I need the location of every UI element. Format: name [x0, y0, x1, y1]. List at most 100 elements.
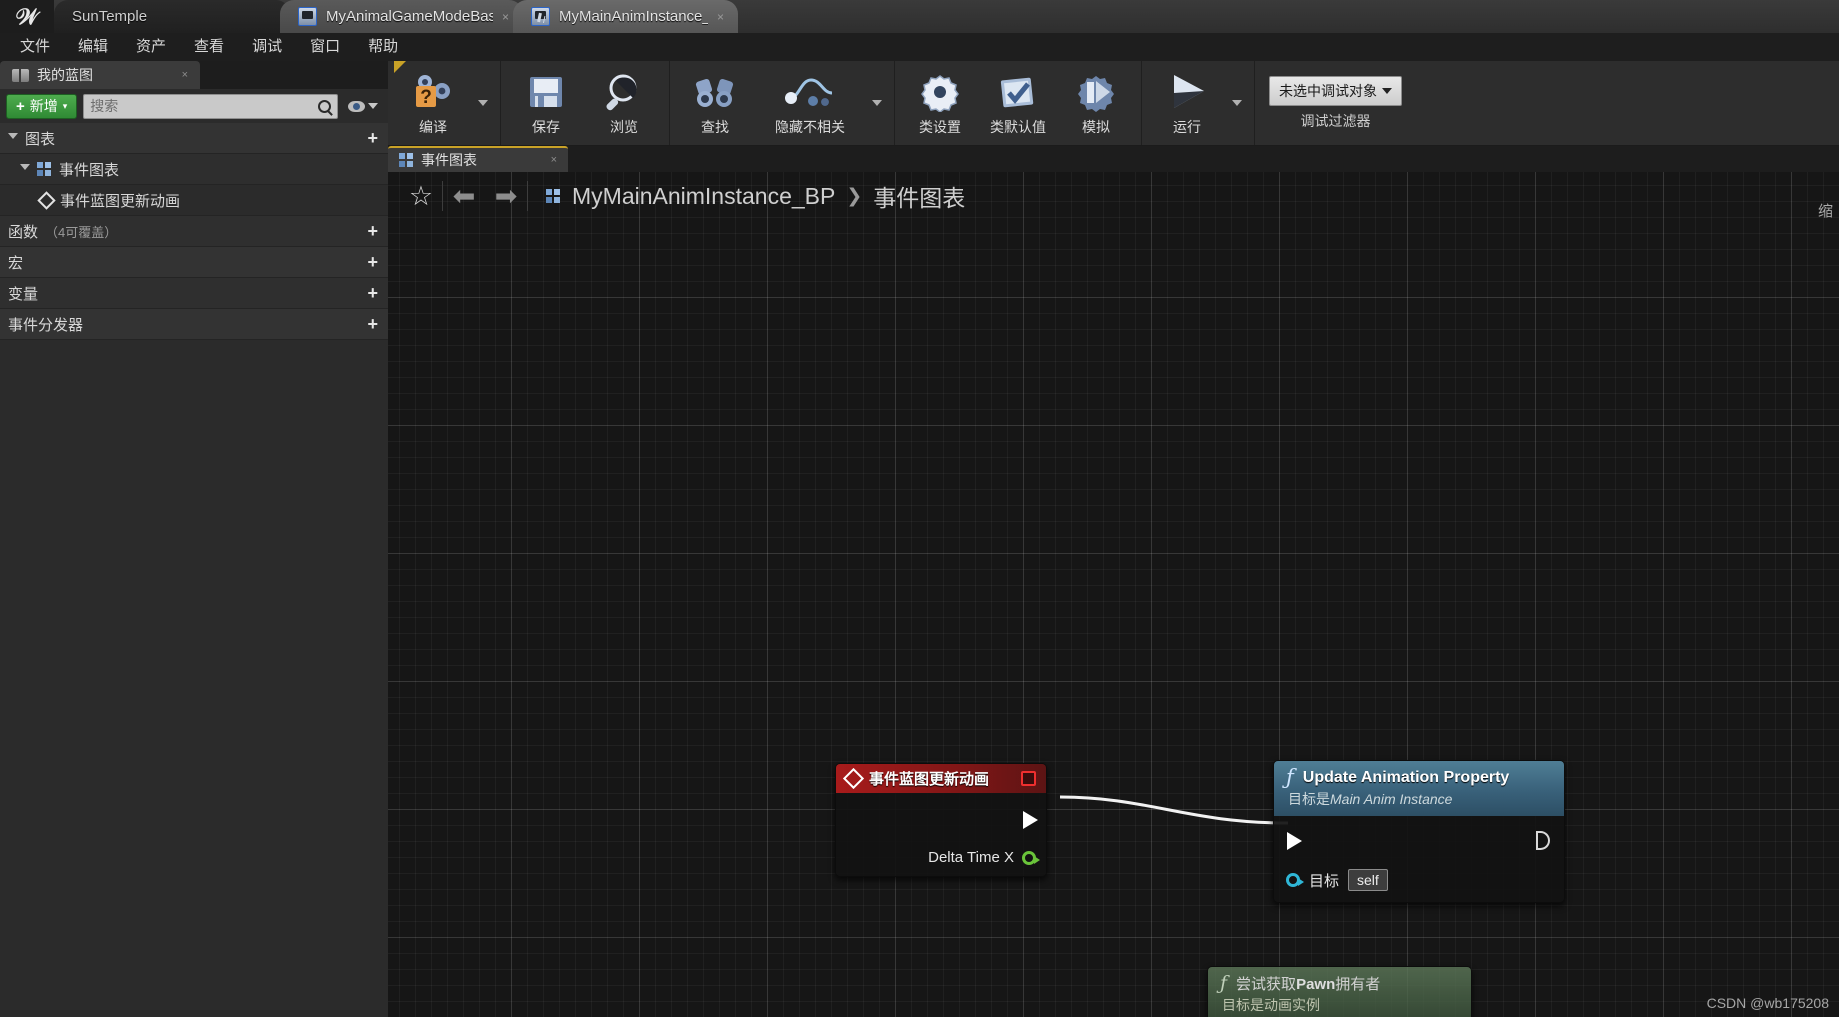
play-dropdown-button[interactable]	[1226, 61, 1248, 145]
tree-section-macros[interactable]: 宏 +	[0, 247, 388, 278]
node-try-get-pawn-owner[interactable]: ƒ 尝试获取Pawn拥有者 目标是动画实例 目标 self Return Val…	[1207, 966, 1472, 1017]
favorite-star-button[interactable]: ☆	[400, 172, 442, 220]
expander-icon[interactable]	[20, 163, 30, 175]
exec-pin-in-icon[interactable]	[1287, 832, 1302, 850]
toolbar-group-search: 查找 隐藏不相关	[670, 61, 895, 145]
forward-button[interactable]: ➡	[485, 172, 527, 220]
breadcrumb-blueprint-name[interactable]: MyMainAnimInstance_BP	[572, 183, 835, 210]
add-new-button[interactable]: + 新增 ▾	[6, 93, 78, 119]
window-tab-gamemode[interactable]: MyAnimalGameModeBas ×	[280, 0, 523, 33]
node-update-animation-property[interactable]: ƒ Update Animation Property 目标是Main Anim…	[1273, 760, 1565, 903]
close-icon[interactable]: ×	[717, 10, 724, 24]
hide-unrelated-button[interactable]: 隐藏不相关	[754, 61, 866, 145]
close-icon[interactable]: ×	[551, 154, 557, 166]
close-icon[interactable]: ×	[502, 10, 509, 24]
tree-section-event-dispatchers[interactable]: 事件分发器 +	[0, 309, 388, 340]
pin-target[interactable]: 目标 self	[1286, 869, 1388, 891]
back-button[interactable]: ⬅	[443, 172, 485, 220]
class-settings-gear-icon	[919, 71, 961, 113]
class-defaults-label: 类默认值	[990, 119, 1046, 135]
add-event-dispatcher-button[interactable]: +	[367, 315, 378, 333]
node-header: ƒ 尝试获取Pawn拥有者 目标是动画实例	[1208, 967, 1471, 1017]
chevron-down-icon	[1382, 87, 1392, 94]
pin-label: Delta Time X	[928, 849, 1014, 866]
blueprint-toolbar: ? 编译 保存 浏览 查找 隐藏不相关 类设置 类默认值 模拟 运行 未选中调试…	[388, 61, 1839, 146]
breadcrumb-path: MyMainAnimInstance_BP ❯ 事件图表	[528, 179, 965, 213]
node-body: 目标 self	[1274, 816, 1564, 902]
debug-filter-label: 调试过滤器	[1300, 112, 1371, 129]
debug-object-select[interactable]: 未选中调试对象	[1269, 75, 1402, 106]
tree-item-event-blueprint-update-animation[interactable]: 事件蓝图更新动画	[0, 185, 388, 216]
simulate-label: 模拟	[1082, 119, 1110, 135]
menu-item-edit[interactable]: 编辑	[64, 33, 122, 61]
tab-my-blueprint[interactable]: 我的蓝图 ×	[0, 61, 200, 89]
exec-pin-out-hollow-icon[interactable]	[1536, 831, 1550, 850]
hide-unrelated-dropdown-button[interactable]	[866, 61, 888, 145]
object-pin-icon[interactable]	[1286, 873, 1304, 887]
toolbar-group-asset: 保存 浏览	[501, 61, 670, 145]
visibility-options-button[interactable]	[344, 100, 382, 112]
expander-icon[interactable]	[8, 132, 18, 144]
compile-dropdown-button[interactable]	[472, 61, 494, 145]
graph-tab-event-graph[interactable]: 事件图表 ×	[388, 146, 568, 172]
browse-button[interactable]: 浏览	[585, 61, 663, 145]
add-function-button[interactable]: +	[367, 222, 378, 240]
chevron-down-icon: ▾	[62, 100, 68, 111]
compile-button[interactable]: ? 编译	[394, 61, 472, 145]
add-macro-button[interactable]: +	[367, 253, 378, 271]
class-settings-button[interactable]: 类设置	[901, 61, 979, 145]
target-value-field[interactable]: self	[1348, 869, 1388, 891]
window-tab-suntemple[interactable]: SunTemple	[54, 0, 290, 33]
node-event-blueprint-update-animation[interactable]: 事件蓝图更新动画 Delta Time X	[835, 763, 1047, 877]
exec-pin-out-icon[interactable]	[1023, 811, 1038, 829]
window-tab-label: MyMainAnimInstance_B	[559, 8, 708, 25]
simulate-button[interactable]: 模拟	[1057, 61, 1135, 145]
event-diamond-icon	[842, 767, 865, 790]
search-input[interactable]: 搜索	[83, 93, 338, 119]
find-button[interactable]: 查找	[676, 61, 754, 145]
close-icon[interactable]: ×	[182, 69, 188, 81]
node-title-prefix: 尝试获取	[1236, 976, 1297, 993]
tree-label: 事件图表	[59, 161, 120, 179]
title-bar: 𝒲 SunTemple MyAnimalGameModeBas × MyMain…	[0, 0, 1839, 33]
exec-wire	[1059, 795, 1289, 825]
add-graph-button[interactable]: +	[367, 129, 378, 147]
menu-item-help[interactable]: 帮助	[354, 33, 412, 61]
window-tab-label: MyAnimalGameModeBas	[326, 8, 493, 25]
find-label: 查找	[701, 119, 729, 135]
menu-item-debug[interactable]: 调试	[238, 33, 296, 61]
red-square-icon[interactable]	[1021, 771, 1036, 786]
tree-label: 事件分发器	[8, 316, 84, 334]
tree-item-event-graph[interactable]: 事件图表	[0, 154, 388, 185]
unreal-logo-icon[interactable]: 𝒲	[0, 0, 54, 33]
play-icon	[1164, 71, 1210, 113]
save-floppy-icon	[526, 71, 566, 113]
tree-section-variables[interactable]: 变量 +	[0, 278, 388, 309]
pin-delta-time-x[interactable]: Delta Time X	[928, 849, 1040, 866]
menu-item-file[interactable]: 文件	[6, 33, 64, 61]
menu-item-asset[interactable]: 资产	[122, 33, 180, 61]
browse-label: 浏览	[610, 119, 638, 135]
menu-item-window[interactable]: 窗口	[296, 33, 354, 61]
compile-question-icon: ?	[411, 71, 455, 113]
back-arrow-icon: ⬅	[452, 180, 476, 211]
blueprint-graph-canvas[interactable]: ☆ ⬅ ➡ MyMainAnimInstance_BP ❯ 事件图表 缩 事件蓝…	[388, 172, 1839, 1017]
add-variable-button[interactable]: +	[367, 284, 378, 302]
node-subtitle: 目标是动画实例	[1222, 997, 1320, 1013]
zoom-level-label: 缩	[1817, 203, 1833, 220]
class-defaults-button[interactable]: 类默认值	[979, 61, 1057, 145]
play-button[interactable]: 运行	[1148, 61, 1226, 145]
breadcrumb-graph-name[interactable]: 事件图表	[873, 179, 965, 213]
tree-label: 事件蓝图更新动画	[60, 192, 181, 210]
my-blueprint-panel: 我的蓝图 × + 新增 ▾ 搜索 图表 + 事件图表 事件蓝图更新动画 函数 （…	[0, 61, 388, 1017]
search-icon	[318, 99, 331, 113]
chevron-down-icon	[872, 100, 882, 106]
tree-section-graphs[interactable]: 图表 +	[0, 123, 388, 154]
tree-section-functions[interactable]: 函数 （4可覆盖） +	[0, 216, 388, 247]
save-button[interactable]: 保存	[507, 61, 585, 145]
simulate-icon	[1075, 71, 1117, 113]
menu-item-view[interactable]: 查看	[180, 33, 238, 61]
tree-label-hint: （4可覆盖）	[45, 224, 118, 240]
window-tab-animinstance[interactable]: MyMainAnimInstance_B ×	[513, 0, 738, 33]
float-pin-icon[interactable]	[1022, 850, 1040, 865]
